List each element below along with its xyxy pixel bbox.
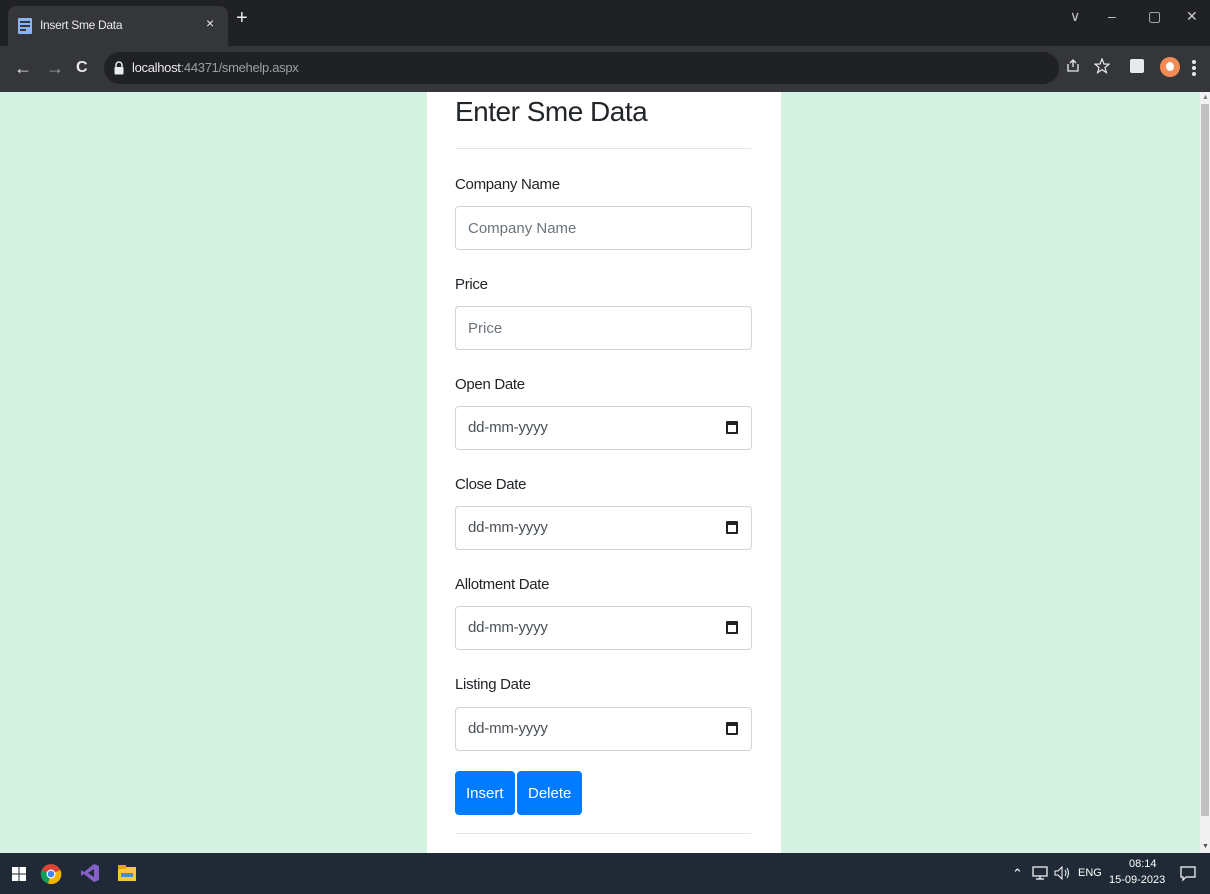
network-icon[interactable] bbox=[1032, 866, 1048, 880]
new-tab-icon[interactable]: + bbox=[236, 8, 248, 28]
address-bar[interactable]: localhost:44371/smehelp.aspx bbox=[104, 52, 1059, 84]
price-label: Price bbox=[455, 276, 488, 293]
browser-tab[interactable]: Insert Sme Data × bbox=[8, 6, 228, 46]
clock-time[interactable]: 08:14 bbox=[1129, 858, 1157, 870]
divider bbox=[455, 148, 751, 149]
form-card: Enter Sme Data Company Name Price Open D… bbox=[427, 92, 781, 853]
tray-chevron-icon[interactable]: ⌃ bbox=[1012, 866, 1023, 882]
page-viewport: Enter Sme Data Company Name Price Open D… bbox=[0, 92, 1200, 853]
calendar-icon[interactable] bbox=[726, 421, 738, 434]
windows-taskbar: ⌃ ENG 08:14 15-09-2023 bbox=[0, 853, 1210, 894]
scroll-thumb[interactable] bbox=[1201, 104, 1209, 816]
bookmark-star-icon[interactable] bbox=[1094, 58, 1110, 74]
profile-avatar[interactable] bbox=[1160, 57, 1180, 77]
date-placeholder: dd-mm-yyyy bbox=[468, 419, 548, 436]
insert-button[interactable]: Insert bbox=[455, 771, 515, 815]
forward-icon[interactable]: → bbox=[46, 58, 64, 79]
close-date-label: Close Date bbox=[455, 476, 527, 493]
reload-icon[interactable]: C bbox=[76, 59, 88, 77]
page-favicon-icon bbox=[18, 18, 32, 34]
calendar-icon[interactable] bbox=[726, 521, 738, 534]
close-window-icon[interactable]: ✕ bbox=[1186, 8, 1198, 25]
listing-date-input[interactable]: dd-mm-yyyy bbox=[455, 707, 752, 751]
restore-icon[interactable]: ▢ bbox=[1148, 8, 1161, 25]
open-date-input[interactable]: dd-mm-yyyy bbox=[455, 406, 752, 450]
scroll-down-icon[interactable]: ▼ bbox=[1202, 843, 1209, 850]
date-placeholder: dd-mm-yyyy bbox=[468, 720, 548, 737]
date-placeholder: dd-mm-yyyy bbox=[468, 519, 548, 536]
tab-search-icon[interactable]: ∨ bbox=[1070, 8, 1080, 25]
chrome-icon[interactable] bbox=[40, 863, 62, 885]
calendar-icon[interactable] bbox=[726, 621, 738, 634]
minimize-icon[interactable]: – bbox=[1108, 8, 1116, 24]
back-icon[interactable]: ← bbox=[14, 58, 32, 79]
windows-start-icon[interactable] bbox=[12, 867, 26, 881]
vertical-scrollbar[interactable]: ▲ ▼ bbox=[1200, 92, 1210, 853]
date-placeholder: dd-mm-yyyy bbox=[468, 619, 548, 636]
allotment-date-label: Allotment Date bbox=[455, 576, 550, 593]
url-path: :44371/smehelp.aspx bbox=[180, 60, 299, 75]
menu-kebab-icon[interactable] bbox=[1191, 59, 1197, 77]
open-date-label: Open Date bbox=[455, 376, 525, 393]
delete-button[interactable]: Delete bbox=[517, 771, 583, 815]
browser-tab-bar: Insert Sme Data × + ∨ – ▢ ✕ bbox=[0, 0, 1210, 46]
company-name-input[interactable] bbox=[455, 206, 752, 250]
file-explorer-icon[interactable] bbox=[118, 865, 136, 881]
close-date-input[interactable]: dd-mm-yyyy bbox=[455, 506, 752, 550]
price-input[interactable] bbox=[455, 306, 752, 350]
page-title: Enter Sme Data bbox=[455, 96, 648, 127]
language-indicator[interactable]: ENG bbox=[1078, 867, 1102, 879]
tab-close-icon[interactable]: × bbox=[206, 15, 214, 31]
calendar-icon[interactable] bbox=[726, 722, 738, 735]
lock-icon bbox=[114, 61, 124, 75]
scroll-up-icon[interactable]: ▲ bbox=[1202, 94, 1209, 101]
url-text: localhost:44371/smehelp.aspx bbox=[132, 60, 299, 75]
url-host: localhost bbox=[132, 60, 181, 75]
share-icon[interactable] bbox=[1066, 59, 1080, 73]
side-panel-icon[interactable] bbox=[1130, 59, 1144, 73]
volume-icon[interactable] bbox=[1054, 866, 1070, 880]
visual-studio-icon[interactable] bbox=[80, 863, 100, 883]
divider bbox=[455, 833, 751, 834]
company-name-label: Company Name bbox=[455, 176, 560, 193]
browser-toolbar: ← → C localhost:44371/smehelp.aspx bbox=[0, 46, 1210, 92]
clock-date[interactable]: 15-09-2023 bbox=[1109, 874, 1165, 886]
tab-title: Insert Sme Data bbox=[40, 18, 123, 32]
allotment-date-input[interactable]: dd-mm-yyyy bbox=[455, 606, 752, 650]
notification-icon[interactable] bbox=[1180, 866, 1196, 882]
listing-date-label: Listing Date bbox=[455, 676, 531, 693]
